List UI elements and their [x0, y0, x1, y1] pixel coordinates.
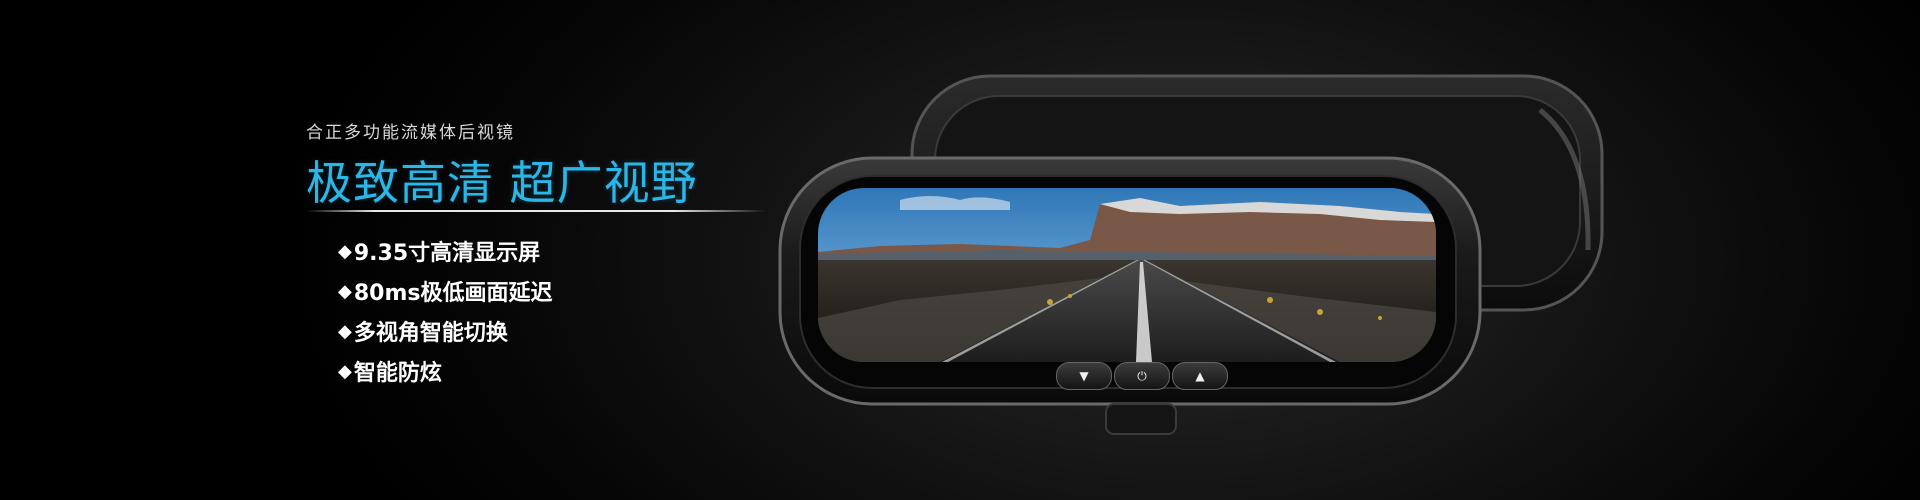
- product-illustration: [778, 74, 1604, 435]
- feature-item: ◆ 9.35寸高清显示屏: [338, 231, 552, 271]
- feature-label: 多视角智能切换: [353, 321, 508, 346]
- mirror-screen: [818, 188, 1436, 362]
- banner-subtitle: 合正多功能流媒体后视镜: [306, 123, 515, 143]
- power-button[interactable]: ⏻: [1114, 362, 1170, 390]
- diamond-bullet-icon: ◆: [338, 280, 352, 302]
- feature-item: ◆ 80ms极低画面延迟: [338, 271, 552, 311]
- mirror-button-bar: ▼ ⏻ ▲: [1056, 362, 1228, 390]
- feature-label: 智能防炫: [353, 361, 442, 386]
- diamond-bullet-icon: ◆: [338, 360, 352, 382]
- banner-text: 合正多功能流媒体后视镜 极致高清 超广视野 ◆ 9.35寸高清显示屏 ◆ 80m…: [306, 118, 766, 386]
- feature-item: ◆ 智能防炫: [338, 351, 552, 391]
- diamond-bullet-icon: ◆: [338, 320, 352, 342]
- power-icon: ⏻: [1137, 368, 1147, 383]
- up-triangle-icon: ▲: [1195, 369, 1205, 383]
- feature-label: 80ms极低画面延迟: [353, 281, 553, 306]
- up-button[interactable]: ▲: [1172, 362, 1228, 390]
- diamond-bullet-icon: ◆: [338, 240, 352, 262]
- headline-divider: [306, 210, 766, 212]
- banner-headline: 极致高清 超广视野: [306, 156, 698, 210]
- rear-mirror-front: [778, 156, 1482, 435]
- feature-label: 9.35寸高清显示屏: [353, 241, 541, 266]
- feature-item: ◆ 多视角智能切换: [338, 311, 552, 351]
- down-triangle-icon: ▼: [1079, 369, 1089, 383]
- feature-list: ◆ 9.35寸高清显示屏 ◆ 80ms极低画面延迟 ◆ 多视角智能切换 ◆ 智能…: [338, 231, 552, 391]
- down-button[interactable]: ▼: [1056, 362, 1112, 390]
